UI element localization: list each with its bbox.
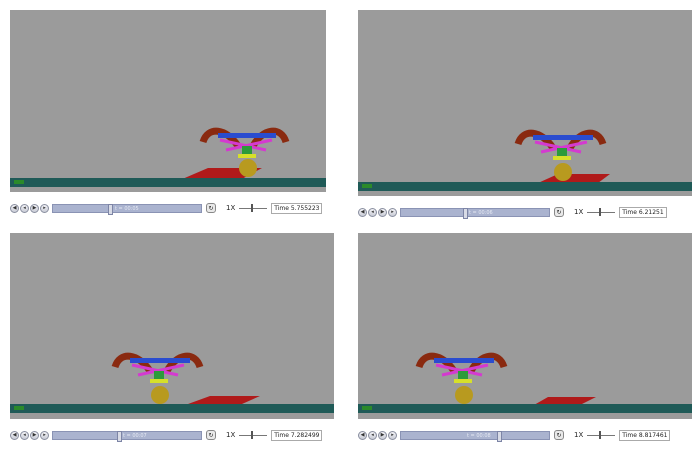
sim-viewport[interactable]: [358, 10, 692, 196]
timeline-slider[interactable]: t = 00:06: [400, 207, 550, 219]
skip-forward-icon[interactable]: ▸: [388, 430, 397, 440]
time-readout: Time 6.21251: [619, 206, 667, 218]
speed-label: 1X: [226, 431, 236, 439]
ground-plane: [358, 404, 692, 413]
ground-plane: [358, 182, 692, 191]
timeline-thumb[interactable]: [497, 430, 502, 442]
timeline-label: t = 00:05: [115, 205, 139, 212]
skip-forward-icon[interactable]: ▸: [388, 207, 397, 217]
play-icon[interactable]: ▶: [378, 430, 387, 440]
speed-slider[interactable]: [587, 431, 616, 439]
skip-forward-icon[interactable]: ▸: [40, 203, 49, 213]
play-icon[interactable]: ▶: [378, 207, 387, 217]
loop-icon[interactable]: ↻: [554, 207, 564, 217]
ground-plane: [10, 178, 326, 187]
timeline-label: t = 00:06: [469, 209, 493, 216]
time-readout: Time 8.817461: [619, 429, 671, 441]
time-readout: Time 5.755223: [271, 202, 323, 214]
timeline-label: t = 00:08: [467, 432, 491, 439]
simulation-scene: [10, 127, 326, 187]
speed-slider[interactable]: [239, 431, 268, 439]
simulation-scene: [358, 129, 692, 191]
axis-marker: [362, 184, 372, 188]
speed-slider[interactable]: [587, 208, 616, 216]
play-icon[interactable]: ▶: [30, 203, 39, 213]
timeline-thumb[interactable]: [117, 430, 122, 442]
speed-label: 1X: [574, 431, 584, 439]
speed-label: 1X: [226, 204, 236, 212]
ground-plane: [10, 404, 334, 413]
red-ramp: [538, 174, 610, 183]
sim-panel-1: ◀ ◂ ▶ ▸ t = 00:05 ↻ 1X Time 5.755223: [10, 10, 328, 218]
simulation-scene: [10, 352, 334, 413]
red-ramp: [534, 397, 596, 405]
sim-panel-4: ◀ ◂ ▶ ▸ t = 00:08 ↻ 1X Time 8.817461: [358, 233, 694, 443]
playback-controls: ◀ ◂ ▶ ▸ t = 00:08 ↻ 1X Time 8.817461: [358, 428, 694, 442]
red-ramp: [188, 396, 260, 404]
step-back-icon[interactable]: ◂: [20, 430, 29, 440]
timeline-slider[interactable]: t = 00:07: [52, 430, 202, 442]
speed-label: 1X: [574, 208, 584, 216]
loop-icon[interactable]: ↻: [206, 430, 216, 440]
skip-back-icon[interactable]: ◀: [358, 207, 367, 217]
axis-marker: [362, 406, 372, 410]
step-back-icon[interactable]: ◂: [368, 207, 377, 217]
step-back-icon[interactable]: ◂: [20, 203, 29, 213]
skip-back-icon[interactable]: ◀: [358, 430, 367, 440]
skip-back-icon[interactable]: ◀: [10, 430, 19, 440]
step-back-icon[interactable]: ◂: [368, 430, 377, 440]
loop-icon[interactable]: ↻: [206, 203, 216, 213]
sim-panel-3: ◀ ◂ ▶ ▸ t = 00:07 ↻ 1X Time 7.282499: [10, 233, 336, 443]
sim-viewport[interactable]: [10, 10, 326, 192]
sim-viewport[interactable]: [10, 233, 334, 419]
skip-back-icon[interactable]: ◀: [10, 203, 19, 213]
timeline-slider[interactable]: t = 00:05: [52, 203, 202, 215]
time-readout: Time 7.282499: [271, 429, 323, 441]
robot-model: [514, 129, 607, 181]
playback-controls: ◀ ◂ ▶ ▸ t = 00:05 ↻ 1X Time 5.755223: [10, 201, 328, 215]
loop-icon[interactable]: ↻: [554, 430, 564, 440]
skip-forward-icon[interactable]: ▸: [40, 430, 49, 440]
timeline-slider[interactable]: t = 00:08: [400, 430, 550, 442]
axis-marker: [14, 406, 24, 410]
playback-controls: ◀ ◂ ▶ ▸ t = 00:07 ↻ 1X Time 7.282499: [10, 428, 336, 442]
axis-marker: [14, 180, 24, 184]
timeline-thumb[interactable]: [463, 207, 468, 219]
robot-model: [111, 352, 204, 404]
play-icon[interactable]: ▶: [30, 430, 39, 440]
sim-panel-2: ◀ ◂ ▶ ▸ t = 00:06 ↻ 1X Time 6.21251: [358, 10, 694, 219]
robot-model: [415, 352, 508, 404]
simulation-scene: [358, 352, 692, 413]
speed-slider[interactable]: [239, 204, 268, 212]
playback-controls: ◀ ◂ ▶ ▸ t = 00:06 ↻ 1X Time 6.21251: [358, 205, 694, 219]
sim-viewport[interactable]: [358, 233, 692, 419]
timeline-thumb[interactable]: [108, 203, 113, 215]
timeline-label: t = 00:07: [123, 432, 147, 439]
